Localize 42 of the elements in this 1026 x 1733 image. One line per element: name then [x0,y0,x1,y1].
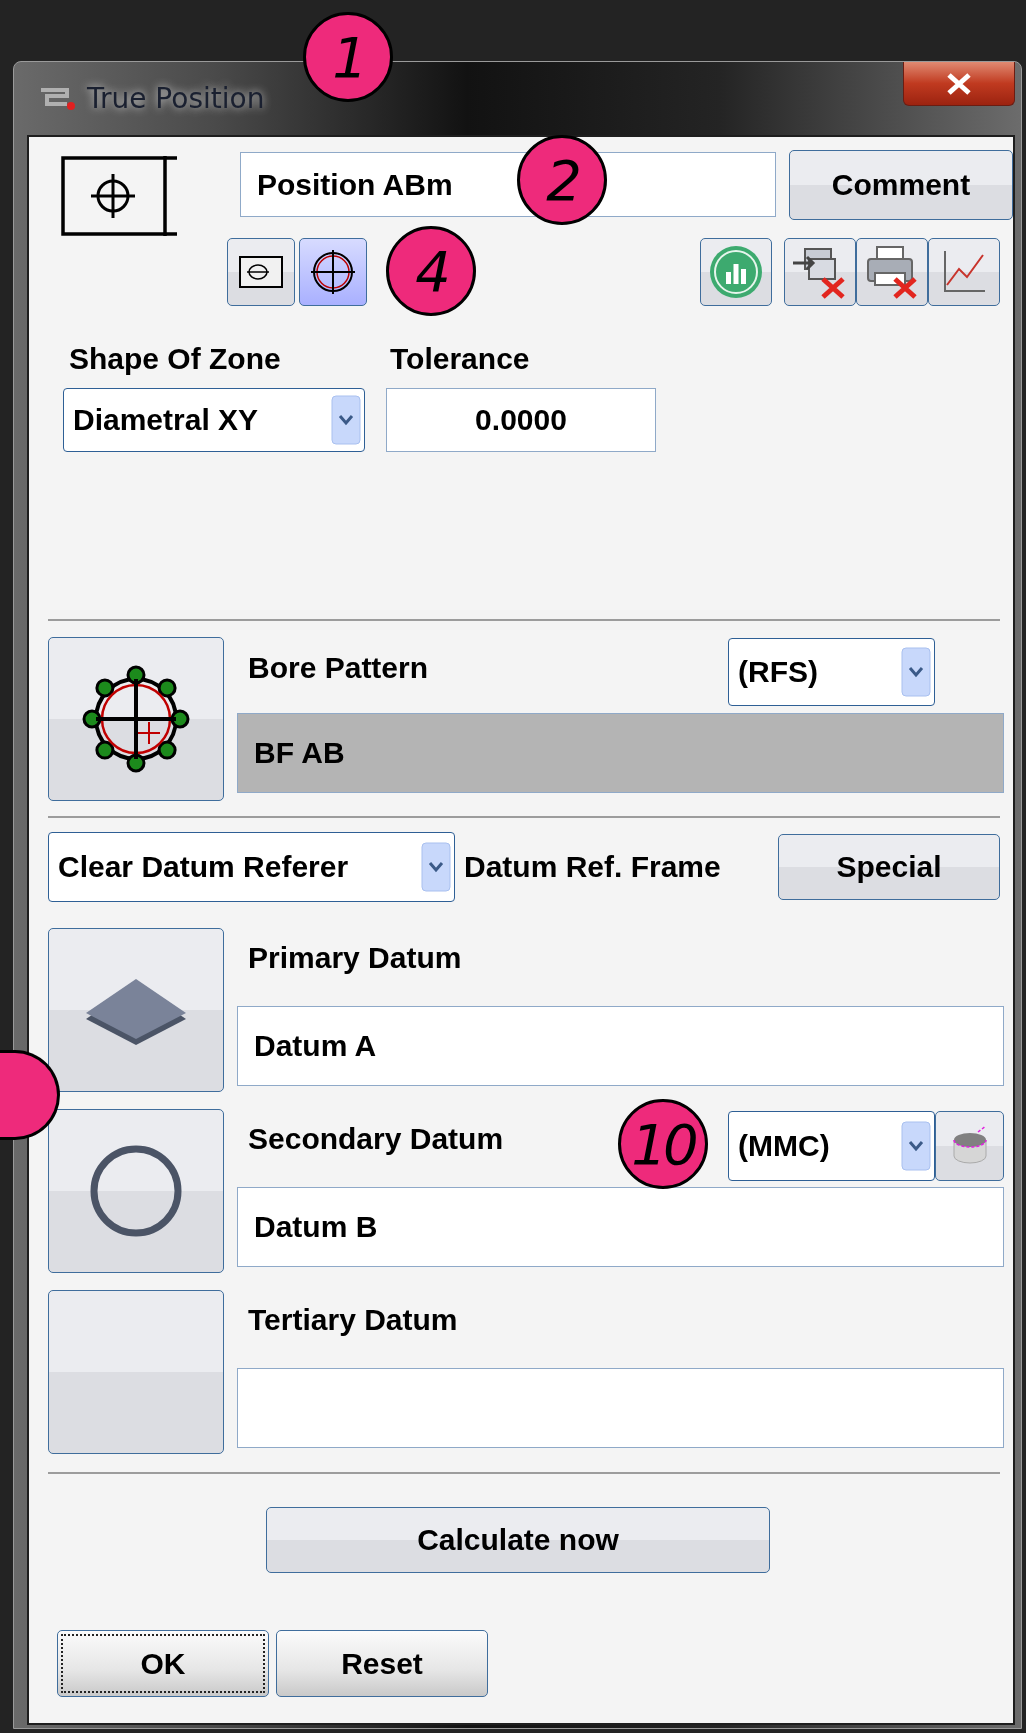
datum-button[interactable] [48,1109,224,1273]
chevron-down-icon [421,842,451,892]
datum-frame-label: Datum Ref. Frame [464,850,721,884]
chevron-down-icon [331,395,361,445]
callout-tooltip: 1 [303,12,393,102]
mode-button[interactable] [227,238,295,306]
dropdown[interactable]: Clear Datum Referer [48,832,455,902]
close-icon [946,72,972,95]
datum-label: Secondary Datum [248,1122,504,1156]
crosshair-icon [308,247,358,297]
rectangle-icon [238,255,284,289]
datum-field[interactable]: Datum B [237,1187,1004,1267]
dropdown[interactable]: (MMC) [728,1111,935,1181]
window-title: True Position [87,82,265,115]
feature-button[interactable] [48,637,224,801]
datum-label: Tertiary Datum [248,1303,458,1337]
dialog-button[interactable]: Reset [276,1630,488,1697]
bar-chart-icon [708,244,764,300]
special-button[interactable]: Special [778,834,1000,900]
field-label: Shape Of Zone [69,342,282,376]
chevron-down-icon [901,647,931,697]
datum-button[interactable] [48,1290,224,1454]
datum-field[interactable] [237,1368,1004,1448]
chevron-down-icon [901,1121,931,1171]
datum-field[interactable]: Datum A [237,1006,1004,1086]
statistics-button[interactable] [700,238,772,306]
tolerance-field[interactable]: 0.0000 [386,388,656,452]
comment-button[interactable]: Comment [789,150,1013,220]
mode-button[interactable] [299,238,367,306]
datum-button[interactable] [48,928,224,1092]
dialog-button[interactable]: OK [57,1630,269,1697]
datum-label: Primary Datum [248,941,462,975]
calculate-button[interactable]: Calculate now [266,1507,770,1573]
close-button[interactable] [903,62,1015,106]
dropdown[interactable]: Diametral XY [63,388,365,452]
feature-label: Bore Pattern [248,651,429,685]
position-symbol-icon [61,156,179,236]
clear-import-button[interactable] [784,238,856,306]
clear-print-button[interactable] [856,238,928,306]
field-label: Tolerance [390,342,530,376]
chart-button[interactable] [928,238,1000,306]
material-button[interactable] [935,1111,1004,1181]
